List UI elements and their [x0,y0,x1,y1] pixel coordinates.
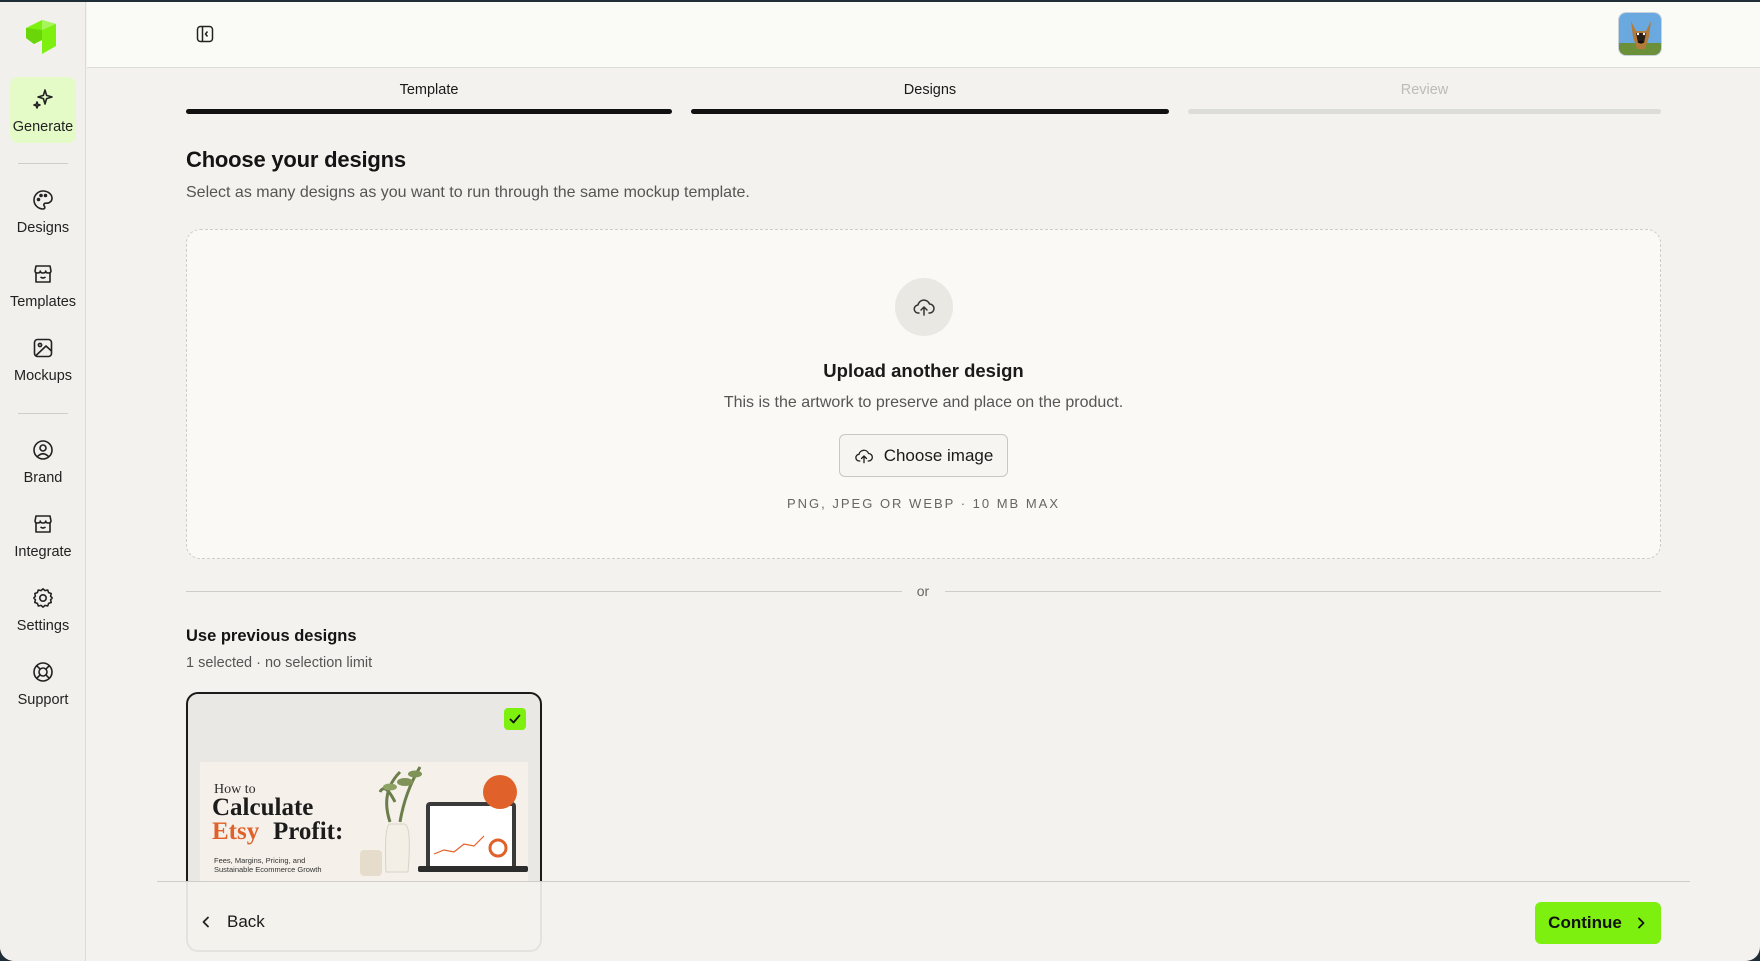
sidebar-item-designs[interactable]: Designs [10,178,76,244]
upload-dropzone[interactable]: Upload another design This is the artwor… [186,229,1661,559]
sidebar-divider [18,413,68,414]
step-review-label: Review [1400,82,1449,98]
back-button[interactable]: Back [199,912,265,932]
upload-description: This is the artwork to preserve and plac… [723,394,1124,411]
upload-circle [895,278,953,336]
logo-icon[interactable] [22,16,62,56]
sidebar-item-label: Generate [12,119,74,135]
step-template-bar [186,109,672,114]
lifebuoy-icon [33,662,53,682]
sidebar-item-support[interactable]: Support [10,650,76,716]
sidebar-item-brand[interactable]: Brand [10,428,76,494]
design-thumbnail: How to Calculate Etsy Profit: Fees, Marg… [200,762,528,882]
sidebar-item-label: Designs [16,220,70,236]
cloud-upload-icon [913,299,935,316]
step-template-label[interactable]: Template [186,82,672,98]
sidebar-toggle-icon[interactable] [195,24,215,44]
store-icon [34,515,52,533]
page-subtitle: Select as many designs as you want to ru… [186,184,750,201]
sidebar-divider [18,163,68,164]
sidebar-item-settings[interactable]: Settings [10,576,76,642]
design-checkbox[interactable] [504,708,526,730]
choose-image-button[interactable]: Choose image [839,434,1008,477]
bottom-action-bar: Back Continue [157,881,1690,961]
thumb-line3a: Etsy [212,818,260,845]
continue-button[interactable]: Continue [1535,902,1661,944]
user-circle-icon [33,440,53,460]
check-icon [509,714,521,724]
sidebar-item-integrate[interactable]: Integrate [10,502,76,568]
sidebar-item-label: Brand [23,470,63,486]
store-icon [34,265,52,283]
divider-or: or [916,583,930,599]
continue-label: Continue [1548,913,1622,932]
thumb-small: Fees, Margins, Pricing, and Sustainable … [214,856,322,874]
sidebar-item-label: Templates [9,294,77,310]
step-designs-label[interactable]: Designs [691,82,1169,98]
sidebar-item-templates[interactable]: Templates [10,252,76,318]
cloud-upload-icon [854,449,873,463]
step-designs-bar [691,109,1169,114]
step-review-bar [1188,109,1661,114]
page-title: Choose your designs [186,147,406,172]
dog-avatar-icon [1619,13,1661,55]
app-window: Generate Designs Templates Mockups Brand… [0,0,1760,961]
sidebar-item-label: Integrate [14,544,72,560]
thumb-line3b: Profit: [273,818,344,845]
sidebar-item-label: Support [17,692,69,708]
upload-title: Upload another design [823,360,1024,381]
sidebar-item-label: Settings [16,618,70,634]
sidebar-item-label: Mockups [13,368,73,384]
divider-left [186,591,902,592]
top-bar [87,2,1760,68]
chevron-right-icon [1637,917,1645,929]
divider-right [945,591,1661,592]
thumb-illustration [360,766,528,876]
image-icon [33,338,53,358]
gear-icon [33,588,53,608]
choose-image-label: Choose image [883,445,994,465]
back-label: Back [227,912,265,931]
selection-info: 1 selected · no selection limit [186,655,373,671]
palette-icon [33,190,53,210]
previous-designs-title: Use previous designs [186,627,357,645]
sidebar-item-mockups[interactable]: Mockups [10,326,76,392]
sparkles-icon [33,89,53,109]
chevron-left-icon [202,916,209,928]
sidebar-item-generate[interactable]: Generate [10,77,76,143]
sidebar: Generate Designs Templates Mockups Brand… [0,2,86,961]
avatar[interactable] [1618,12,1662,56]
upload-formats: PNG, JPEG OR WEBP · 10 MB MAX [786,496,1061,511]
